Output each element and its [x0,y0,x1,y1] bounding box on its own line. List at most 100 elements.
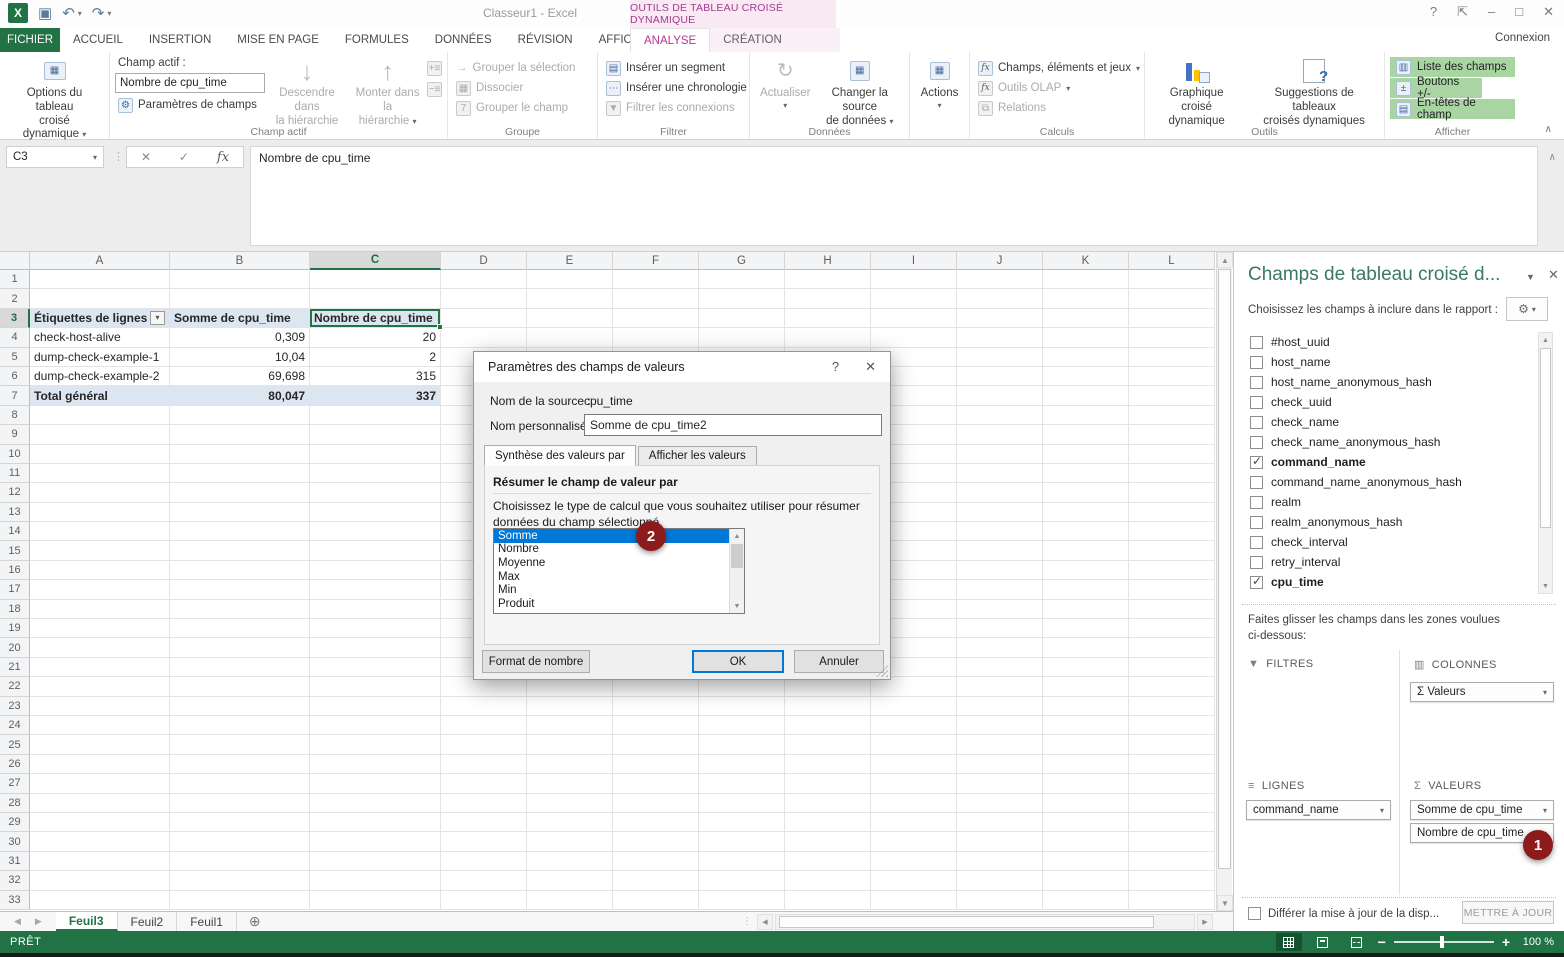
cell-E32[interactable] [527,871,613,890]
cell-J18[interactable] [957,600,1043,619]
cell-G30[interactable] [699,832,785,851]
ok-button[interactable]: OK [692,650,784,673]
vertical-scrollbar[interactable]: ▲ ▼ [1216,252,1232,911]
cell-K30[interactable] [1043,832,1129,851]
cell-J8[interactable] [957,406,1043,425]
zoom-slider[interactable] [1394,941,1494,943]
cell-J5[interactable] [957,348,1043,367]
cell-J22[interactable] [957,677,1043,696]
cell-D26[interactable] [441,755,527,774]
cell-L8[interactable] [1129,406,1215,425]
cell-K19[interactable] [1043,619,1129,638]
filter-connections-button[interactable]: ▼ Filtrer les connexions [603,98,744,118]
cell-D28[interactable] [441,794,527,813]
zoom-level[interactable]: 100 % [1518,936,1554,948]
cell-J32[interactable] [957,871,1043,890]
cell-C32[interactable] [310,871,441,890]
active-field-input[interactable]: Nombre de cpu_time [115,73,265,93]
cell-K22[interactable] [1043,677,1129,696]
summary-listbox[interactable]: SommeNombreMoyenneMaxMinProduit ▲ ▼ [493,528,745,614]
insert-function-icon[interactable]: fx [217,150,229,165]
cell-C23[interactable] [310,697,441,716]
column-header-E[interactable]: E [527,252,613,270]
field-item-check_name[interactable]: check_name [1240,412,1536,432]
cell-F24[interactable] [613,716,699,735]
cell-A19[interactable] [30,619,170,638]
cell-C25[interactable] [310,735,441,754]
pane-close-icon[interactable]: ✕ [1548,267,1559,283]
cell-K8[interactable] [1043,406,1129,425]
tab-summarize-values[interactable]: Synthèse des valeurs par [484,445,636,466]
field-item-cpu_time[interactable]: cpu_time [1240,572,1536,592]
excel-logo-icon[interactable]: X [8,3,28,23]
connexion-link[interactable]: Connexion [1495,32,1550,44]
cell-L29[interactable] [1129,813,1215,832]
checkbox[interactable] [1250,416,1263,429]
row-header-1[interactable]: 1 [0,270,30,289]
cell-B12[interactable] [170,483,310,502]
summary-option-Max[interactable]: Max [494,570,744,584]
cell-F25[interactable] [613,735,699,754]
cell-L24[interactable] [1129,716,1215,735]
ribbon-display-options-icon[interactable]: ⇱ [1457,4,1468,20]
checkbox[interactable] [1250,496,1263,509]
row-header-29[interactable]: 29 [0,813,30,832]
cell-C27[interactable] [310,774,441,793]
cell-G33[interactable] [699,891,785,910]
cell-I29[interactable] [871,813,957,832]
column-header-B[interactable]: B [170,252,310,270]
cell-J20[interactable] [957,638,1043,657]
listbox-scroll-up-icon[interactable]: ▲ [730,529,744,543]
cell-B16[interactable] [170,561,310,580]
cell-J27[interactable] [957,774,1043,793]
row-header-26[interactable]: 26 [0,755,30,774]
cell-D3[interactable] [441,309,527,328]
cell-A1[interactable] [30,270,170,289]
cell-E28[interactable] [527,794,613,813]
cell-L27[interactable] [1129,774,1215,793]
cell-J24[interactable] [957,716,1043,735]
field-item-check_interval[interactable]: check_interval [1240,532,1536,552]
cell-H32[interactable] [785,871,871,890]
cell-J21[interactable] [957,658,1043,677]
cell-G31[interactable] [699,852,785,871]
cell-J25[interactable] [957,735,1043,754]
tab-formules[interactable]: FORMULES [332,28,422,52]
cell-A24[interactable] [30,716,170,735]
cell-L10[interactable] [1129,445,1215,464]
cell-L23[interactable] [1129,697,1215,716]
cell-K1[interactable] [1043,270,1129,289]
scroll-down-icon[interactable]: ▼ [1217,895,1233,911]
cancel-button[interactable]: Annuler [794,650,884,673]
cell-J17[interactable] [957,580,1043,599]
cell-C22[interactable] [310,677,441,696]
cell-H28[interactable] [785,794,871,813]
row-header-5[interactable]: 5 [0,348,30,367]
cell-K4[interactable] [1043,328,1129,347]
cell-F23[interactable] [613,697,699,716]
cell-K7[interactable] [1043,386,1129,405]
cell-A20[interactable] [30,638,170,657]
cell-L17[interactable] [1129,580,1215,599]
cell-J28[interactable] [957,794,1043,813]
tab-accueil[interactable]: ACCUEIL [60,28,136,52]
scroll-up-icon[interactable]: ▲ [1217,252,1233,268]
checkbox[interactable] [1250,516,1263,529]
summary-option-Somme[interactable]: Somme [494,529,744,543]
cell-D30[interactable] [441,832,527,851]
cell-I22[interactable] [871,677,957,696]
confirm-entry-icon[interactable]: ✓ [179,150,189,164]
row-header-20[interactable]: 20 [0,638,30,657]
row-header-18[interactable]: 18 [0,600,30,619]
cell-E27[interactable] [527,774,613,793]
cell-E29[interactable] [527,813,613,832]
cell-K6[interactable] [1043,367,1129,386]
cell-B5[interactable]: 10,04 [170,348,310,367]
zoom-slider-thumb[interactable] [1440,936,1444,948]
cell-F22[interactable] [613,677,699,696]
number-format-button[interactable]: Format de nombre [482,650,590,673]
cell-K27[interactable] [1043,774,1129,793]
column-header-D[interactable]: D [441,252,527,270]
cell-G2[interactable] [699,289,785,308]
cell-E33[interactable] [527,891,613,910]
